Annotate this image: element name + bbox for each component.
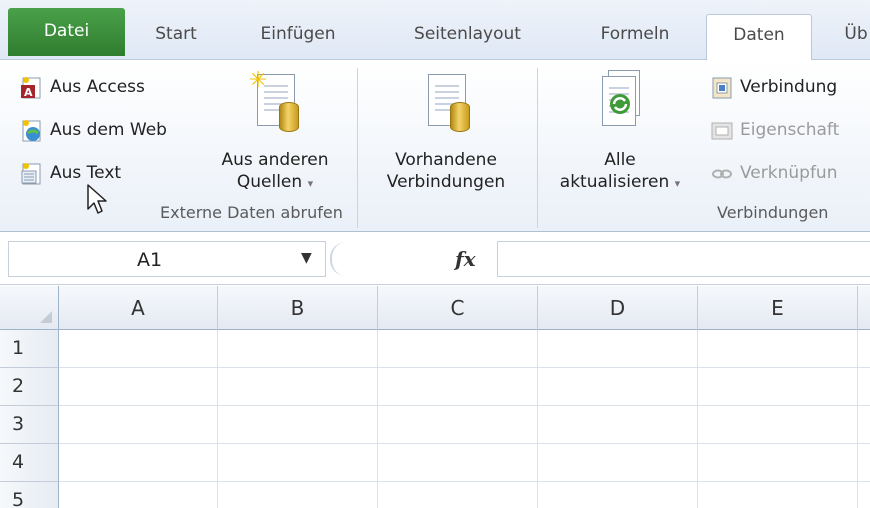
alle-label-1: Alle: [604, 150, 636, 170]
row-header-4[interactable]: 4: [0, 444, 59, 482]
column-gridline: [377, 330, 378, 508]
vorhandene-label-1: Vorhandene: [395, 150, 497, 170]
tab-daten[interactable]: Daten: [706, 14, 812, 61]
aus-dem-web-button[interactable]: Aus dem Web: [20, 119, 210, 145]
vorhandene-label-2: Verbindungen: [386, 172, 506, 192]
connections-icon: [710, 76, 734, 100]
tab-formeln[interactable]: Formeln: [580, 14, 690, 60]
vorhandene-verbindungen-button[interactable]: Vorhandene Verbindungen: [366, 70, 526, 198]
verknuepfungen-label: Verknüpfun: [740, 163, 838, 183]
tab-einfuegen[interactable]: Einfügen: [243, 14, 353, 60]
name-box-value: A1: [137, 249, 163, 271]
aus-text-label: Aus Text: [50, 163, 122, 183]
verbindungen-label: Verbindung: [740, 77, 838, 97]
tab-datei[interactable]: Datei: [8, 8, 125, 56]
tab-start[interactable]: Start: [140, 14, 212, 60]
row-header-3[interactable]: 3: [0, 406, 59, 444]
row-header-5[interactable]: 5: [0, 482, 59, 508]
link-icon: [710, 162, 734, 186]
ribbon: A Aus Access Aus dem Web Aus Text ✳ Aus …: [0, 60, 870, 232]
aus-anderen-label-2: Quellen ▾: [236, 172, 314, 192]
row-header-2[interactable]: 2: [0, 368, 59, 406]
column-header-d[interactable]: D: [538, 286, 698, 330]
group-label-externe-daten: Externe Daten abrufen: [160, 203, 343, 222]
existing-connections-icon: [420, 70, 472, 134]
ribbon-tab-bar: Datei Start Einfügen Seitenlayout Formel…: [0, 0, 870, 61]
column-header-e[interactable]: E: [698, 286, 858, 330]
worksheet-grid: A B C D E 1 2 3 4 5: [0, 286, 870, 508]
alle-label-2: aktualisieren ▾: [559, 172, 681, 192]
refresh-all-icon: [594, 70, 646, 134]
table-row[interactable]: [59, 406, 870, 444]
svg-text:A: A: [24, 86, 33, 99]
other-sources-icon: ✳: [249, 70, 301, 134]
formula-bar: A1 ▼ fx: [0, 233, 870, 285]
column-header-c[interactable]: C: [378, 286, 538, 330]
properties-icon: [710, 119, 734, 143]
row-header-1[interactable]: 1: [0, 330, 59, 368]
group-divider: [357, 68, 358, 228]
formula-bar-divider-icon: [330, 242, 356, 276]
aus-anderen-quellen-button[interactable]: ✳ Aus anderen Quellen ▾: [205, 70, 345, 198]
table-row[interactable]: [59, 444, 870, 482]
table-row[interactable]: [59, 330, 870, 368]
access-icon: A: [20, 76, 44, 100]
aus-access-label: Aus Access: [50, 77, 145, 97]
eigenschaften-button[interactable]: Eigenschaft: [710, 119, 870, 145]
table-row[interactable]: [59, 482, 870, 508]
column-gridline: [697, 330, 698, 508]
chevron-down-icon[interactable]: ▼: [301, 250, 312, 266]
alle-aktualisieren-button[interactable]: Alle aktualisieren ▾: [545, 70, 695, 198]
text-file-icon: [20, 162, 44, 186]
column-gridline: [217, 330, 218, 508]
verknuepfungen-bearbeiten-button[interactable]: Verknüpfun: [710, 162, 870, 188]
aus-text-button[interactable]: Aus Text: [20, 162, 150, 188]
table-row[interactable]: [59, 368, 870, 406]
chevron-down-icon: ▾: [307, 177, 314, 190]
mouse-pointer-icon: [86, 183, 112, 221]
eigenschaften-label: Eigenschaft: [740, 120, 840, 140]
name-box[interactable]: A1 ▼: [8, 241, 326, 277]
aus-anderen-label-1: Aus anderen: [221, 150, 329, 170]
column-header-a[interactable]: A: [59, 286, 218, 330]
column-gridline: [857, 330, 858, 508]
column-header-b[interactable]: B: [218, 286, 378, 330]
aus-dem-web-label: Aus dem Web: [50, 120, 167, 140]
insert-function-icon[interactable]: fx: [455, 247, 476, 271]
tab-seitenlayout[interactable]: Seitenlayout: [395, 14, 540, 60]
aus-access-button[interactable]: A Aus Access: [20, 76, 200, 102]
verbindungen-button[interactable]: Verbindung: [710, 76, 870, 102]
group-label-verbindungen: Verbindungen: [717, 203, 829, 222]
column-gridline: [537, 330, 538, 508]
group-divider: [537, 68, 538, 228]
formula-input[interactable]: [497, 241, 870, 277]
select-all-button[interactable]: [0, 286, 59, 330]
chevron-down-icon: ▾: [674, 177, 681, 190]
column-header-f[interactable]: [858, 286, 870, 330]
web-icon: [20, 119, 44, 143]
tab-ueberpruefen[interactable]: Üb: [836, 14, 870, 60]
